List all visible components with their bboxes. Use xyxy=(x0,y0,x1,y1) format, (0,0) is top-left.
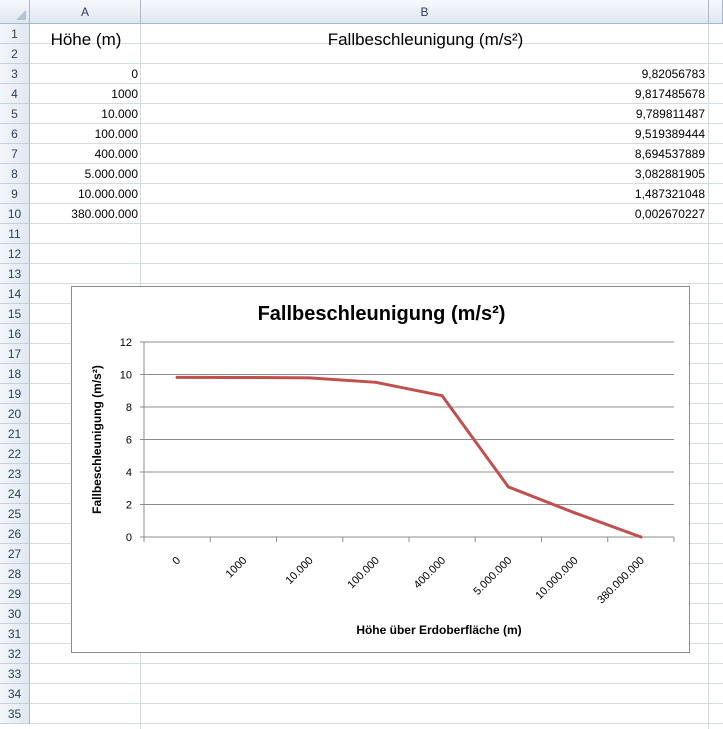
row-gridline xyxy=(30,703,723,704)
cell-b3[interactable]: 9,82056783 xyxy=(141,64,707,84)
series-line xyxy=(175,375,643,539)
y-tick-label: 10 xyxy=(120,370,132,382)
x-tick-label: 1000 xyxy=(224,555,250,581)
row-header-10[interactable]: 10 xyxy=(0,204,30,224)
row-header-21[interactable]: 21 xyxy=(0,424,30,444)
column-header-c[interactable] xyxy=(709,0,723,24)
row-header-7[interactable]: 7 xyxy=(0,144,30,164)
x-tick-label: 5.000.000 xyxy=(471,555,514,598)
cell-b5[interactable]: 9,789811487 xyxy=(141,104,707,124)
cell-a1-header[interactable]: Höhe (m) xyxy=(31,30,141,50)
row-header-20[interactable]: 20 xyxy=(0,404,30,424)
row-header-14[interactable]: 14 xyxy=(0,284,30,304)
x-axis-title: Höhe über Erdoberfläche (m) xyxy=(356,623,521,637)
x-tick-label: 10.000 xyxy=(283,555,315,587)
select-all-corner[interactable] xyxy=(0,0,30,24)
y-tick-label: 12 xyxy=(120,337,132,349)
row-gridline xyxy=(30,243,723,244)
row-header-27[interactable]: 27 xyxy=(0,544,30,564)
row-header-17[interactable]: 17 xyxy=(0,344,30,364)
row-header-9[interactable]: 9 xyxy=(0,184,30,204)
row-header-6[interactable]: 6 xyxy=(0,124,30,144)
chart-svg: Fallbeschleunigung (m/s²) 0 2 4 6 8 10 12 0 1000 1… xyxy=(90,303,675,637)
cell-b9[interactable]: 1,487321048 xyxy=(141,184,707,204)
cell-a4[interactable]: 1000 xyxy=(31,84,140,104)
row-header-28[interactable]: 28 xyxy=(0,564,30,584)
y-tick-label: 0 xyxy=(126,532,132,544)
row-header-3[interactable]: 3 xyxy=(0,64,30,84)
spreadsheet[interactable]: A B 1 2 3 4 5 6 7 8 9 10 11 12 13 14 15 16 17 18 19 20 21 22 2… xyxy=(0,0,723,729)
column-gridline xyxy=(708,24,709,729)
y-tick-label: 6 xyxy=(126,435,132,447)
row-header-4[interactable]: 4 xyxy=(0,84,30,104)
y-axis-title: Fallbeschleunigung (m/s²) xyxy=(90,365,104,514)
cell-b8[interactable]: 3,082881905 xyxy=(141,164,707,184)
row-header-22[interactable]: 22 xyxy=(0,444,30,464)
column-header-a[interactable]: A xyxy=(30,0,141,24)
cell-b1-header[interactable]: Fallbeschleunigung (m/s²) xyxy=(142,30,709,50)
cell-a6[interactable]: 100.000 xyxy=(31,124,140,144)
row-header-29[interactable]: 29 xyxy=(0,584,30,604)
cell-b7[interactable]: 8,694537889 xyxy=(141,144,707,164)
cell-a7[interactable]: 400.000 xyxy=(31,144,140,164)
data-point xyxy=(573,511,577,515)
row-header-32[interactable]: 32 xyxy=(0,644,30,664)
row-header-8[interactable]: 8 xyxy=(0,164,30,184)
data-point xyxy=(639,535,643,539)
data-point xyxy=(374,380,378,384)
chart-title: Fallbeschleunigung (m/s²) xyxy=(258,303,506,325)
row-gridline xyxy=(30,263,723,264)
cell-b4[interactable]: 9,817485678 xyxy=(141,84,707,104)
data-point xyxy=(241,375,245,379)
row-gridline xyxy=(30,283,723,284)
y-tick-label: 4 xyxy=(126,467,132,479)
cell-a9[interactable]: 10.000.000 xyxy=(31,184,140,204)
data-point xyxy=(308,376,312,380)
row-header-15[interactable]: 15 xyxy=(0,304,30,324)
cell-a10[interactable]: 380.000.000 xyxy=(31,204,140,224)
row-header-23[interactable]: 23 xyxy=(0,464,30,484)
row-header-25[interactable]: 25 xyxy=(0,504,30,524)
x-tick-label: 10.000.000 xyxy=(533,555,580,602)
data-point xyxy=(175,375,179,379)
row-header-11[interactable]: 11 xyxy=(0,224,30,244)
row-header-30[interactable]: 30 xyxy=(0,604,30,624)
row-header-31[interactable]: 31 xyxy=(0,624,30,644)
row-gridline xyxy=(30,663,723,664)
select-all-triangle-icon xyxy=(16,10,26,20)
row-header-16[interactable]: 16 xyxy=(0,324,30,344)
cell-b6[interactable]: 9,519389444 xyxy=(141,124,707,144)
x-tick-label: 0 xyxy=(170,555,183,568)
column-header-b[interactable]: B xyxy=(141,0,709,24)
x-tick-label: 380.000.000 xyxy=(595,555,647,607)
row-header-12[interactable]: 12 xyxy=(0,244,30,264)
cell-a3[interactable]: 0 xyxy=(31,64,140,84)
row-header-33[interactable]: 33 xyxy=(0,664,30,684)
row-header-26[interactable]: 26 xyxy=(0,524,30,544)
row-header-1[interactable]: 1 xyxy=(0,24,30,44)
data-point xyxy=(506,485,510,489)
cell-a5[interactable]: 10.000 xyxy=(31,104,140,124)
row-header-24[interactable]: 24 xyxy=(0,484,30,504)
cell-b10[interactable]: 0,002670227 xyxy=(141,204,707,224)
row-header-18[interactable]: 18 xyxy=(0,364,30,384)
row-header-35[interactable]: 35 xyxy=(0,704,30,724)
row-gridline xyxy=(30,683,723,684)
data-point xyxy=(440,394,444,398)
row-header-5[interactable]: 5 xyxy=(0,104,30,124)
row-header-2[interactable]: 2 xyxy=(0,44,30,64)
line-chart[interactable]: Fallbeschleunigung (m/s²) 0 2 4 6 8 10 12 0 1000 1… xyxy=(71,286,690,653)
row-gridline xyxy=(30,723,723,724)
y-tick-label: 2 xyxy=(126,500,132,512)
row-header-34[interactable]: 34 xyxy=(0,684,30,704)
row-header-19[interactable]: 19 xyxy=(0,384,30,404)
y-tick-label: 8 xyxy=(126,402,132,414)
x-tick-label: 400.000 xyxy=(412,555,449,592)
cell-a8[interactable]: 5.000.000 xyxy=(31,164,140,184)
row-header-13[interactable]: 13 xyxy=(0,264,30,284)
x-tick-label: 100.000 xyxy=(345,555,382,592)
